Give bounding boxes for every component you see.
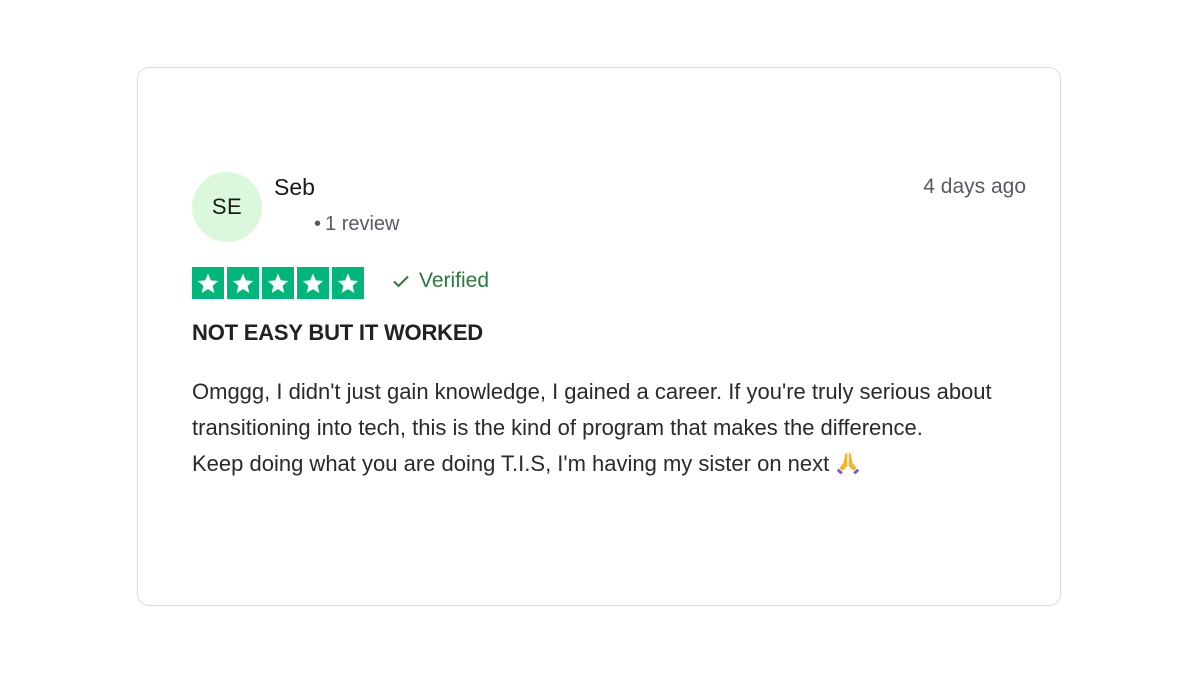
star-icon — [192, 267, 224, 299]
avatar[interactable]: SE — [192, 172, 262, 242]
star-icon — [332, 267, 364, 299]
avatar-initials: SE — [211, 194, 243, 219]
verified-label: Verified — [419, 269, 490, 292]
folded-hands-icon — [837, 452, 860, 475]
review-title: NOT EASY BUT IT WORKED — [192, 320, 483, 345]
verified-badge[interactable]: Verified — [391, 269, 489, 293]
star-icon — [227, 267, 259, 299]
review-count-label: 1 review — [325, 213, 400, 235]
review-paragraph: Omggg, I didn't just gain knowledge, I g… — [192, 379, 992, 440]
review-paragraph-text: Keep doing what you are doing T.I.S, I'm… — [192, 451, 830, 476]
checkmark-icon — [393, 275, 409, 288]
review-count: • 1 review — [314, 213, 400, 236]
star-icon — [297, 267, 329, 299]
star-icon — [262, 267, 294, 299]
review-body: Omggg, I didn't just gain knowledge, I g… — [192, 374, 1012, 482]
review-paragraph-last: Keep doing what you are doing T.I.S, I'm… — [192, 446, 1012, 482]
star-rating — [192, 267, 364, 299]
review-date: 4 days ago — [923, 175, 1026, 198]
review-card: SE Seb • 1 review 4 days ago Verified NOT… — [137, 67, 1061, 606]
bullet-separator: • — [314, 213, 322, 235]
reviewer-name[interactable]: Seb — [274, 174, 315, 201]
